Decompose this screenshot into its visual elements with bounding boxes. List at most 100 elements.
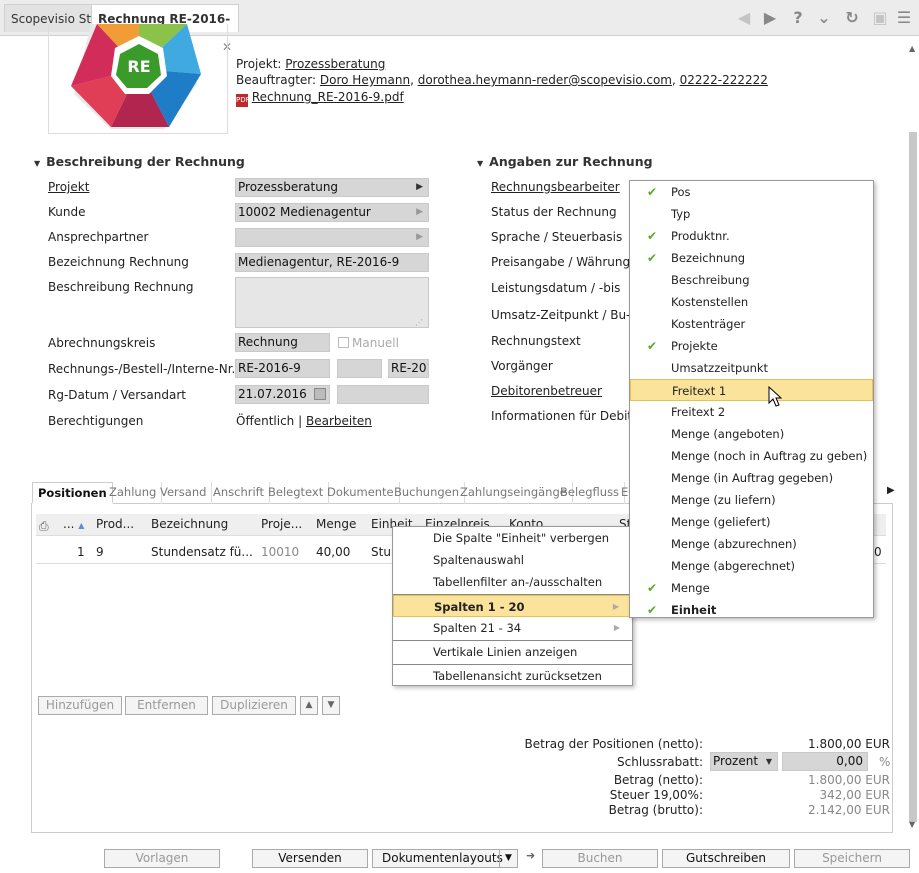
- angaben-label-bearbeiter[interactable]: Rechnungsbearbeiter: [491, 180, 620, 194]
- cell-pos[interactable]: 1: [77, 545, 85, 559]
- rabatt-type-select[interactable]: Prozent ▼: [710, 752, 778, 771]
- column-option[interactable]: Umsatzzeitpunkt: [630, 357, 873, 379]
- tab-versand[interactable]: Versand: [155, 482, 213, 504]
- col-header-prod[interactable]: Prod...: [96, 517, 134, 531]
- refresh-icon[interactable]: ↻: [842, 8, 862, 28]
- tab-belegfluss[interactable]: Belegfluss: [555, 482, 626, 504]
- tab-zahlung[interactable]: Zahlung: [104, 482, 163, 504]
- resize-grip-icon[interactable]: ⋰: [415, 314, 423, 327]
- column-option[interactable]: Menge (geliefert): [630, 511, 873, 533]
- cell-prod[interactable]: 9: [96, 545, 104, 559]
- column-option[interactable]: Beschreibung: [630, 269, 873, 291]
- menu-item-vertical-lines[interactable]: Vertikale Linien anzeigen: [393, 641, 632, 663]
- dokumentenlayouts-button[interactable]: Dokumentenlayouts ▼: [372, 849, 518, 868]
- vertical-scrollbar[interactable]: ▲ ▼: [907, 36, 919, 836]
- column-option[interactable]: Freitext 1: [630, 379, 873, 401]
- col-header-menge[interactable]: Menge: [316, 517, 356, 531]
- cell-menge[interactable]: 40,00: [316, 545, 350, 559]
- column-option[interactable]: Typ: [630, 203, 873, 225]
- collapse-icon[interactable]: ⌄: [814, 8, 834, 28]
- column-option[interactable]: Freitext 2: [630, 401, 873, 423]
- angaben-label-debitorenbetreuer[interactable]: Debitorenbetreuer: [491, 384, 602, 398]
- nr-field-1[interactable]: RE-2016-9: [235, 359, 330, 378]
- col-header-bezeichnung[interactable]: Bezeichnung: [151, 517, 228, 531]
- col-header-projekt[interactable]: Proje...: [261, 517, 302, 531]
- back-icon[interactable]: ◀: [734, 8, 754, 28]
- angaben-section-title[interactable]: ▼ Angaben zur Rechnung: [477, 154, 653, 169]
- pdf-link[interactable]: Rechnung_RE-2016-9.pdf: [252, 90, 404, 104]
- datum-field[interactable]: 21.07.2016: [235, 385, 330, 404]
- menu-item-toggle-filter[interactable]: Tabellenfilter an-/ausschalten: [393, 571, 632, 593]
- column-option[interactable]: Menge (angeboten): [630, 423, 873, 445]
- beschreibung-textarea[interactable]: ⋰: [235, 277, 429, 328]
- tab-positionen[interactable]: Positionen: [32, 482, 113, 504]
- add-position-button[interactable]: Hinzufügen: [38, 696, 122, 715]
- projekt-link[interactable]: Prozessberatung: [285, 57, 385, 71]
- tab-dokumente[interactable]: Dokumente: [322, 482, 400, 504]
- menu-item-hide-column[interactable]: Die Spalte "Einheit" verbergen: [393, 527, 632, 549]
- tab-buchungen[interactable]: Buchungen: [389, 482, 466, 504]
- nr-field-2[interactable]: [337, 359, 382, 378]
- berecht-edit-link[interactable]: Bearbeiten: [306, 414, 372, 428]
- print-icon[interactable]: ⎙: [39, 519, 49, 534]
- beauftragter-name-link[interactable]: Doro Heymann: [320, 73, 410, 87]
- rabatt-value-field[interactable]: 0,00: [782, 752, 868, 771]
- versenden-button[interactable]: Versenden: [252, 849, 368, 868]
- beauftragter-email-link[interactable]: dorothea.heymann-reder@scopevisio.com: [418, 73, 672, 87]
- cell-projekt[interactable]: 10010: [261, 545, 299, 559]
- beschreibung-section-title[interactable]: ▼ Beschreibung der Rechnung: [34, 154, 245, 169]
- cell-last[interactable]: 0: [874, 545, 882, 559]
- kunde-field[interactable]: 10002 Medienagentur ▶: [235, 203, 429, 222]
- tab-anschrift[interactable]: Anschrift: [208, 482, 271, 504]
- column-option[interactable]: ✔ Bezeichnung: [630, 247, 873, 269]
- tabs-scroll-right-icon[interactable]: ▶: [887, 485, 895, 496]
- ansprech-field[interactable]: ▶: [235, 228, 429, 247]
- scroll-up-icon[interactable]: ▲: [909, 44, 915, 53]
- section-title-label: Angaben zur Rechnung: [489, 154, 653, 169]
- scrollbar-thumb[interactable]: [909, 132, 917, 822]
- column-option[interactable]: Menge (zu liefern): [630, 489, 873, 511]
- column-option[interactable]: Kostenstellen: [630, 291, 873, 313]
- save-icon[interactable]: ▣: [870, 8, 890, 28]
- menu-item-column-selection[interactable]: Spaltenauswahl: [393, 549, 632, 571]
- buchen-button[interactable]: Buchen: [542, 849, 658, 868]
- column-option[interactable]: Menge (in Auftrag gegeben): [630, 467, 873, 489]
- vorlagen-button[interactable]: Vorlagen: [104, 849, 220, 868]
- bezeichnung-field[interactable]: Medienagentur, RE-2016-9: [235, 253, 429, 272]
- manuell-checkbox[interactable]: Manuell: [338, 336, 399, 350]
- duplicate-position-button[interactable]: Duplizieren: [212, 696, 296, 715]
- kreis-field[interactable]: Rechnung: [235, 333, 330, 352]
- nr-field-3[interactable]: RE-201: [388, 359, 429, 378]
- column-option[interactable]: Menge (abgerechnet): [630, 555, 873, 577]
- angaben-label-info: Informationen für Debitor: [491, 409, 645, 423]
- projekt-field[interactable]: Prozessberatung ▶: [235, 178, 429, 197]
- column-option[interactable]: ✔ Pos: [630, 181, 873, 203]
- tab-belegtext[interactable]: Belegtext: [263, 482, 330, 504]
- beauftragter-phone-link[interactable]: 02222-222222: [680, 73, 768, 87]
- menu-item-columns-1-20[interactable]: Spalten 1 - 20 ▶: [393, 595, 632, 617]
- help-icon[interactable]: ?: [788, 8, 808, 28]
- column-option[interactable]: ✔ Projekte: [630, 335, 873, 357]
- gutschreiben-button[interactable]: Gutschreiben: [662, 849, 790, 868]
- remove-position-button[interactable]: Entfernen: [125, 696, 208, 715]
- scroll-down-icon[interactable]: ▼: [909, 820, 915, 829]
- versandart-field[interactable]: [337, 385, 429, 404]
- column-option[interactable]: Kostenträger: [630, 313, 873, 335]
- dropdown-arrow-icon[interactable]: ▼: [499, 850, 517, 867]
- calendar-icon[interactable]: [314, 388, 326, 400]
- menu-item-reset-view[interactable]: Tabellenansicht zurücksetzen: [393, 665, 632, 687]
- menu-item-columns-21-34[interactable]: Spalten 21 - 34 ▶: [393, 617, 632, 639]
- column-option[interactable]: ✔ Produktnr.: [630, 225, 873, 247]
- column-option[interactable]: Menge (noch in Auftrag zu geben): [630, 445, 873, 467]
- column-option[interactable]: Menge (abzurechnen): [630, 533, 873, 555]
- move-down-button[interactable]: ▼: [322, 696, 340, 715]
- menu-icon[interactable]: ☰: [894, 8, 914, 28]
- speichern-button[interactable]: Speichern: [794, 849, 910, 868]
- cell-bezeichnung[interactable]: Stundensatz fü...: [151, 545, 253, 559]
- forward-icon[interactable]: ▶: [760, 8, 780, 28]
- move-up-button[interactable]: ▲: [300, 696, 318, 715]
- column-option[interactable]: ✔ Einheit: [630, 599, 873, 621]
- projekt-field-label[interactable]: Projekt: [48, 180, 89, 194]
- col-header-pos[interactable]: ... ▲: [63, 517, 84, 531]
- column-option[interactable]: ✔ Menge: [630, 577, 873, 599]
